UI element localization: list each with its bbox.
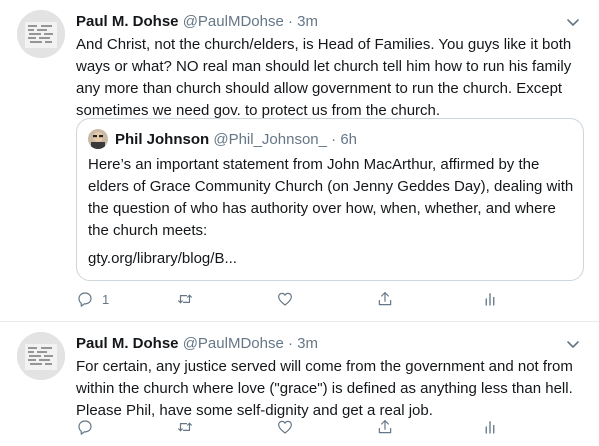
author-handle[interactable]: @PaulMDohse <box>183 335 284 352</box>
reply-icon <box>78 292 92 307</box>
share-icon <box>378 420 392 434</box>
like-icon <box>278 420 292 434</box>
tweet-header: Paul M. Dohse @PaulMDohse · 3m <box>76 12 318 32</box>
quoted-tweet[interactable]: Phil Johnson @Phil_Johnson_ · 6h Here’s … <box>76 118 584 281</box>
like-button[interactable] <box>276 289 294 309</box>
tweet[interactable]: Paul M. Dohse @PaulMDohse · 3m For certa… <box>0 322 599 446</box>
analytics-button[interactable] <box>481 417 499 437</box>
tweet-text-line: any more than church should allow govern… <box>76 80 563 97</box>
like-button[interactable] <box>276 417 294 437</box>
quoted-link[interactable]: gty.org/library/blog/B... <box>88 248 237 270</box>
avatar[interactable] <box>17 10 65 58</box>
author-handle[interactable]: @PaulMDohse <box>183 13 284 30</box>
quoted-text-line: the question of who has authority over h… <box>88 200 556 217</box>
retweet-button[interactable] <box>176 417 194 437</box>
retweet-icon <box>178 294 192 304</box>
tweet-text-line: For certain, any justice served will com… <box>76 358 573 375</box>
share-icon <box>378 292 392 306</box>
quoted-timestamp: 6h <box>340 131 358 148</box>
tweet-header: Paul M. Dohse @PaulMDohse · 3m <box>76 334 318 354</box>
analytics-icon <box>485 421 495 434</box>
quoted-text-line: elders of Grace Community Church (on Jen… <box>88 178 574 195</box>
quoted-header: Phil Johnson @Phil_Johnson_ · 6h <box>115 130 357 150</box>
tweet-text-line: ways or what? NO real man should let chu… <box>76 58 572 75</box>
separator-dot: · <box>331 131 337 148</box>
tweet[interactable]: Paul M. Dohse @PaulMDohse · 3m And Chris… <box>0 0 599 322</box>
tweet-text: And Christ, not the church/elders, is He… <box>76 34 586 122</box>
analytics-icon <box>485 293 495 306</box>
share-button[interactable] <box>376 417 394 437</box>
quoted-text: Here’s an important statement from John … <box>88 154 578 242</box>
share-button[interactable] <box>376 289 394 309</box>
quoted-text-line: Here’s an important statement from John … <box>88 156 540 173</box>
separator-dot: · <box>287 335 293 352</box>
chevron-down-icon[interactable] <box>565 14 581 30</box>
reply-button[interactable]: 1 <box>76 289 109 309</box>
tweet-text-line: within the church where love ("grace") i… <box>76 380 573 397</box>
author-name[interactable]: Paul M. Dohse <box>76 335 179 352</box>
quoted-text-line: the church meets: <box>88 222 208 239</box>
separator-dot: · <box>287 13 293 30</box>
retweet-button[interactable] <box>176 289 194 309</box>
avatar[interactable] <box>17 332 65 380</box>
retweet-icon <box>178 422 192 432</box>
action-bar: 1 <box>76 289 576 309</box>
analytics-button[interactable] <box>481 289 499 309</box>
timestamp[interactable]: 3m <box>297 13 318 30</box>
chevron-down-icon[interactable] <box>565 336 581 352</box>
reply-icon <box>78 420 92 435</box>
action-bar <box>76 417 576 437</box>
author-name[interactable]: Paul M. Dohse <box>76 13 179 30</box>
quoted-author-handle: @Phil_Johnson_ <box>213 131 327 148</box>
tweet-text: For certain, any justice served will com… <box>76 356 586 422</box>
tweet-text-line: And Christ, not the church/elders, is He… <box>76 36 572 53</box>
like-icon <box>278 292 292 306</box>
quoted-author-name: Phil Johnson <box>115 131 210 148</box>
timestamp[interactable]: 3m <box>297 335 318 352</box>
quoted-avatar <box>88 129 108 149</box>
reply-button[interactable] <box>76 417 94 437</box>
reply-count: 1 <box>102 291 110 307</box>
